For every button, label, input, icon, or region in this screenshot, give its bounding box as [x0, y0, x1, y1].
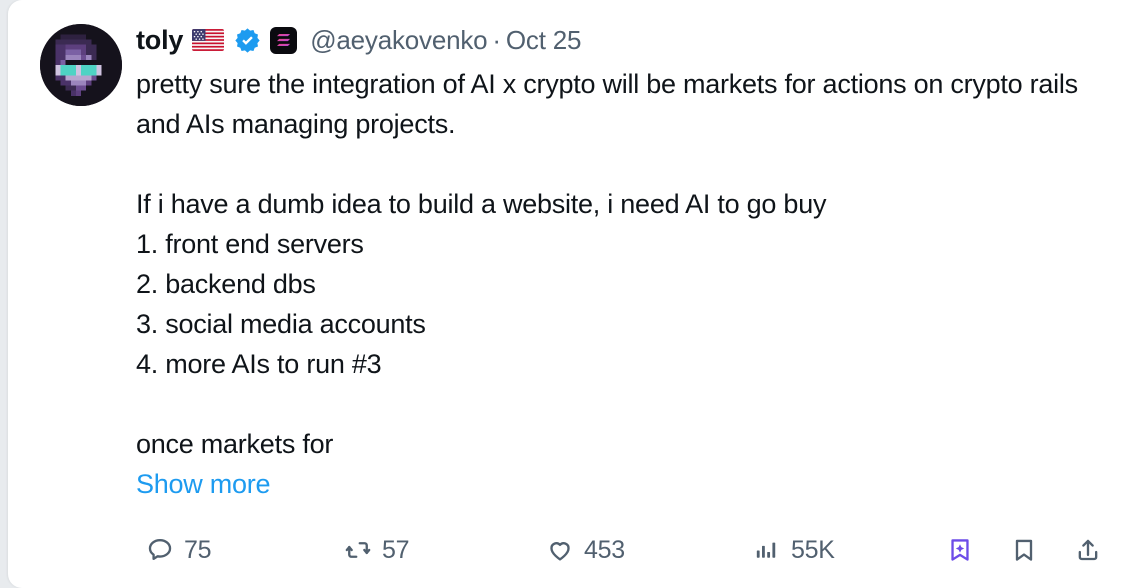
bookmark-icon-svg [1015, 539, 1033, 561]
avatar-container[interactable] [40, 22, 122, 106]
tweet-header: toly @aeyakovenko · Oct 25 [136, 23, 1110, 57]
reply-button[interactable]: 75 [146, 530, 212, 570]
bookmark-button[interactable] [1010, 530, 1038, 570]
share-button[interactable] [1074, 530, 1102, 570]
page-background: toly @aeyakovenko · Oct 25 pretty sure t… [0, 0, 1130, 588]
solana-logo-svg [276, 34, 290, 46]
separator-dot: · [492, 25, 501, 55]
repost-button[interactable]: 57 [344, 530, 410, 570]
us-flag-svg [192, 29, 225, 51]
author-display-name[interactable]: toly [136, 26, 183, 54]
verified-badge-icon[interactable] [234, 27, 261, 54]
tweet-timestamp[interactable]: Oct 25 [506, 25, 582, 55]
reply-icon-svg [148, 539, 172, 561]
reply-count: 75 [184, 535, 212, 564]
grok-bookmark-sparkle-icon [946, 536, 974, 564]
retweet-icon [344, 536, 372, 564]
analytics-icon [753, 536, 781, 564]
tweet-body-text: pretty sure the integration of AI x cryp… [136, 69, 1078, 459]
author-handle[interactable]: @aeyakovenko [310, 25, 487, 55]
avatar[interactable] [40, 24, 122, 106]
like-count: 453 [584, 535, 625, 564]
analytics-icon-svg [756, 542, 776, 558]
share-icon [1074, 536, 1102, 564]
views-count: 55K [791, 535, 835, 564]
show-more-link[interactable]: Show more [136, 464, 271, 504]
verified-badge-svg [235, 27, 260, 53]
grok-actions-button[interactable] [946, 530, 974, 570]
tweet-action-bar: 75 57 453 55K [146, 525, 1102, 575]
us-flag-icon [192, 29, 225, 51]
heart-icon-svg [550, 542, 570, 561]
like-button[interactable]: 453 [546, 530, 625, 570]
tweet-card[interactable]: toly @aeyakovenko · Oct 25 pretty sure t… [8, 0, 1130, 588]
share-icon-svg [1078, 539, 1098, 561]
views-button[interactable]: 55K [753, 530, 835, 570]
tweet-content: toly @aeyakovenko · Oct 25 pretty sure t… [122, 22, 1110, 504]
retweet-icon-svg [345, 542, 371, 558]
repost-count: 57 [382, 535, 410, 564]
reply-icon [146, 536, 174, 564]
pixel-art-avatar-icon [40, 24, 122, 106]
grok-bookmark-sparkle-svg [951, 539, 969, 561]
solana-logo-icon[interactable] [270, 26, 298, 54]
bookmark-icon [1010, 536, 1038, 564]
heart-icon [546, 536, 574, 564]
author-handle-and-date: @aeyakovenko · Oct 25 [310, 27, 581, 53]
